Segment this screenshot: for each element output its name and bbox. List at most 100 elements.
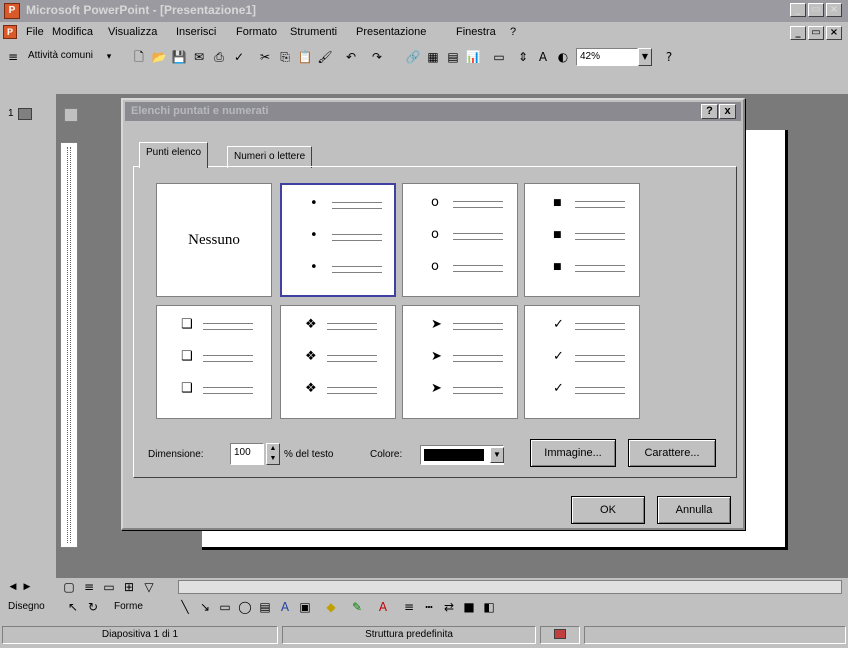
slide-icon[interactable]	[18, 108, 32, 120]
expand-all-icon[interactable]: ⇕	[514, 48, 532, 66]
menu-file[interactable]: File	[26, 26, 44, 38]
paste-icon[interactable]: 📋	[296, 48, 314, 66]
spelling-status-icon[interactable]	[540, 626, 580, 644]
slideshow-view-icon[interactable]: ▽	[140, 578, 158, 596]
fill-color-icon[interactable]: ◆	[322, 598, 340, 616]
color-dropdown-icon[interactable]: ▼	[490, 447, 504, 463]
close-button[interactable]: ×	[826, 3, 842, 17]
image-button[interactable]: Immagine...	[530, 439, 616, 467]
doc-minimize-button[interactable]: _	[790, 26, 806, 40]
menu-formato[interactable]: Formato	[236, 26, 277, 38]
copy-icon[interactable]: ⎘	[276, 48, 294, 66]
show-formatting-icon[interactable]: A	[534, 48, 552, 66]
document-icon[interactable]: P	[3, 25, 17, 39]
bullet-style-check[interactable]: ✓ ✓ ✓	[524, 305, 640, 419]
common-tasks-button[interactable]: Attività comuni	[28, 50, 93, 61]
dialog-close-button[interactable]: x	[719, 104, 736, 119]
spelling-icon[interactable]: ✓	[230, 48, 248, 66]
doc-restore-button[interactable]: ▭	[808, 26, 824, 40]
powerpoint-icon[interactable]: P	[4, 3, 20, 19]
bullet-glyph: ❑	[181, 349, 193, 364]
help-button[interactable]: ?	[701, 104, 718, 119]
office-assistant-icon[interactable]: ?	[660, 48, 678, 66]
save-icon[interactable]: 💾	[170, 48, 188, 66]
slide-view-icon[interactable]: ▭	[100, 578, 118, 596]
line-color-icon[interactable]: ✎	[348, 598, 366, 616]
normal-view-icon[interactable]: ▢	[60, 578, 78, 596]
bullet-glyph: •	[310, 196, 318, 211]
arrow-style-icon[interactable]: ⇄	[440, 598, 458, 616]
bullet-style-diamond[interactable]: ❖ ❖ ❖	[280, 305, 396, 419]
sorter-view-icon[interactable]: ⊞	[120, 578, 138, 596]
ok-button[interactable]: OK	[571, 496, 645, 524]
size-input[interactable]: 100	[230, 443, 264, 465]
line-style-icon[interactable]: ≡	[400, 598, 418, 616]
oval-icon[interactable]: ◯	[236, 598, 254, 616]
line-icon[interactable]: ╲	[176, 598, 194, 616]
autoshapes-button[interactable]: Forme	[114, 601, 143, 612]
bullet-glyph: o	[431, 227, 439, 242]
format-painter-icon[interactable]: 🖌	[316, 48, 334, 66]
menu-strumenti[interactable]: Strumenti	[290, 26, 337, 38]
3d-icon[interactable]: ◧	[480, 598, 498, 616]
bullet-style-box[interactable]: ❑ ❑ ❑	[156, 305, 272, 419]
zoom-combo[interactable]: 42%	[576, 48, 638, 66]
redo-icon[interactable]: ↷	[368, 48, 386, 66]
menu-visualizza[interactable]: Visualizza	[108, 26, 157, 38]
dash-style-icon[interactable]: ┅	[420, 598, 438, 616]
menu-presentazione[interactable]: Presentazione	[356, 26, 426, 38]
tab-numeri-lettere[interactable]: Numeri o lettere	[227, 146, 313, 168]
bullet-style-square[interactable]: ■ ■ ■	[524, 183, 640, 297]
wordart-icon[interactable]: A	[276, 598, 294, 616]
chevron-down-icon[interactable]: ▾	[100, 48, 118, 66]
ruler-corner	[64, 108, 78, 122]
bullet-style-circle[interactable]: o o o	[402, 183, 518, 297]
rectangle-icon[interactable]: ▭	[216, 598, 234, 616]
cut-icon[interactable]: ✂	[256, 48, 274, 66]
tab-punti-elenco[interactable]: Punti elenco	[139, 142, 209, 168]
horizontal-scrollbar[interactable]	[178, 580, 842, 594]
character-button[interactable]: Carattere...	[628, 439, 716, 467]
bullet-glyph: ❑	[181, 317, 193, 332]
scroll-right-icon[interactable]: ▶	[18, 578, 36, 596]
font-color-icon[interactable]: A	[374, 598, 392, 616]
print-icon[interactable]: ⎙	[210, 48, 228, 66]
draw-menu-button[interactable]: Disegno	[8, 601, 45, 612]
doc-close-button[interactable]: ×	[826, 26, 842, 40]
rotate-icon[interactable]: ↻	[84, 598, 102, 616]
table-icon[interactable]: ▦	[424, 48, 442, 66]
bullet-style-arrow[interactable]: ➤ ➤ ➤	[402, 305, 518, 419]
chart-icon[interactable]: 📊	[464, 48, 482, 66]
insert-table-icon[interactable]: ▤	[444, 48, 462, 66]
cancel-button[interactable]: Annulla	[657, 496, 731, 524]
standard-toolbar: ≡ Attività comuni ▾ 🗋 📂 💾 ✉ ⎙ ✓ ✂ ⎘ 📋 🖌 …	[0, 44, 848, 70]
status-slide: Diapositiva 1 di 1	[2, 626, 278, 644]
email-icon[interactable]: ✉	[190, 48, 208, 66]
ruler-ticks	[67, 147, 71, 543]
bullet-style-none[interactable]: Nessuno	[156, 183, 272, 297]
bullet-style-dot[interactable]: • • •	[280, 183, 396, 297]
grayscale-icon[interactable]: ◐	[554, 48, 572, 66]
outline-icon[interactable]: ≡	[4, 48, 22, 66]
arrow-icon[interactable]: ↘	[196, 598, 214, 616]
zoom-dropdown-icon[interactable]: ▼	[638, 48, 652, 66]
undo-icon[interactable]: ↶	[342, 48, 360, 66]
minimize-button[interactable]: _	[790, 3, 806, 17]
bullet-glyph: ➤	[431, 381, 442, 396]
menu-help[interactable]: ?	[510, 26, 516, 38]
clipart-icon[interactable]: ▣	[296, 598, 314, 616]
outline-view-icon[interactable]: ≡	[80, 578, 98, 596]
menu-finestra[interactable]: Finestra	[456, 26, 496, 38]
maximize-button[interactable]: ▭	[808, 3, 824, 17]
textbox-icon[interactable]: ▤	[256, 598, 274, 616]
open-icon[interactable]: 📂	[150, 48, 168, 66]
menu-inserisci[interactable]: Inserisci	[176, 26, 216, 38]
select-objects-icon[interactable]: ↖	[64, 598, 82, 616]
hyperlink-icon[interactable]: 🔗	[404, 48, 422, 66]
bullets-numbering-dialog: Elenchi puntati e numerati ? x Punti ele…	[121, 98, 745, 530]
shadow-icon[interactable]: ■	[460, 598, 478, 616]
size-spinner[interactable]: ▲ ▼	[266, 443, 280, 465]
new-slide-icon[interactable]: ▭	[490, 48, 508, 66]
new-icon[interactable]: 🗋	[130, 48, 148, 66]
menu-modifica[interactable]: Modifica	[52, 26, 93, 38]
